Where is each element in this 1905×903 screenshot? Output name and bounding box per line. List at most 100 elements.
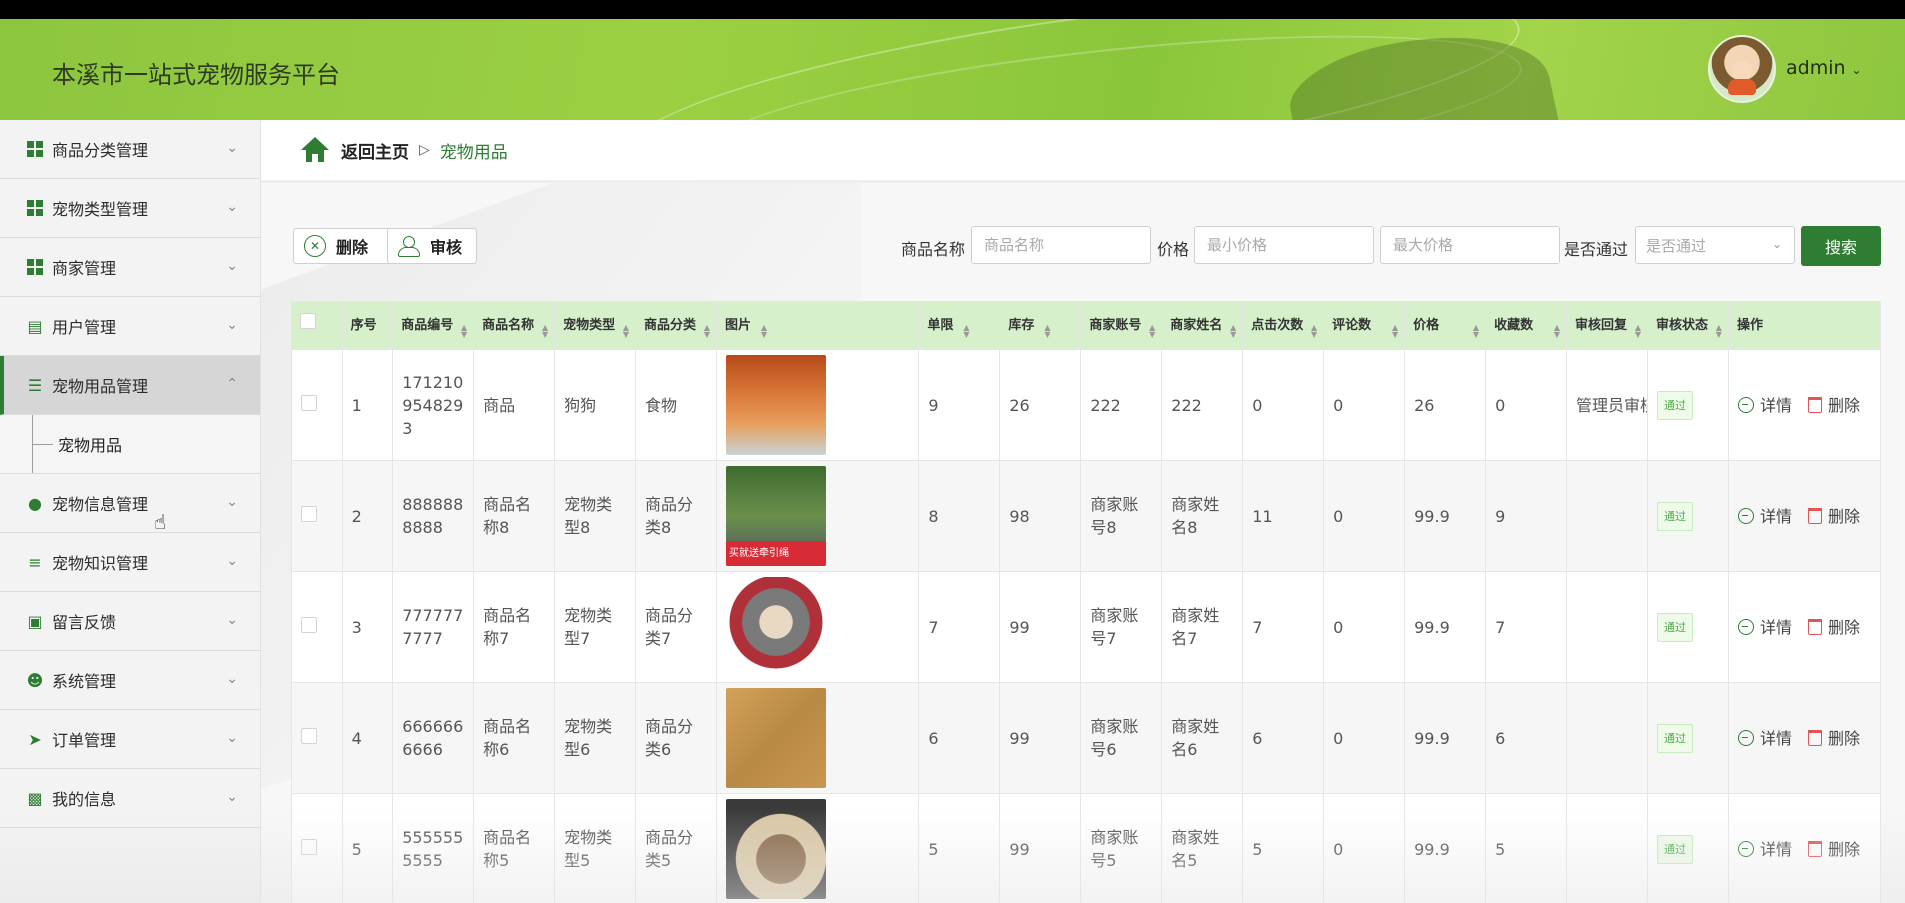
select-all-cell[interactable]	[291, 301, 343, 350]
column-header[interactable]: 收藏数 ▲ ▼	[1485, 301, 1568, 350]
cat-wheel-photo[interactable]	[726, 799, 826, 899]
column-header[interactable]: 图片 ▲ ▼	[715, 301, 920, 350]
pet-bowls-photo[interactable]	[726, 688, 826, 788]
search-button[interactable]: 搜索	[1801, 226, 1881, 266]
row-checkbox[interactable]	[301, 505, 317, 522]
detail-button[interactable]: 详情	[1737, 505, 1792, 528]
sort-icon[interactable]: ▲ ▼	[623, 324, 629, 339]
status-cell: 通过	[1646, 349, 1729, 461]
column-header[interactable]: 商品编号 ▲ ▼	[392, 301, 475, 350]
sort-icon[interactable]: ▲ ▼	[1635, 324, 1641, 339]
breadcrumb-home-link[interactable]: 返回主页	[341, 138, 409, 163]
home-icon[interactable]	[301, 137, 329, 163]
row-checkbox[interactable]	[301, 727, 317, 744]
column-header[interactable]: 点击次数 ▲ ▼	[1242, 301, 1325, 350]
column-header[interactable]: 库存 ▲ ▼	[999, 301, 1082, 350]
delete-button[interactable]: 删除	[1807, 616, 1860, 639]
merchant-cell: 商家姓名8	[1161, 460, 1244, 572]
row-select-cell[interactable]	[291, 460, 343, 572]
user-name: admin	[1786, 57, 1846, 79]
sidebar-item-merchant[interactable]: 商家管理 ⌄	[0, 238, 260, 297]
column-header[interactable]: 商家姓名 ▲ ▼	[1161, 301, 1244, 350]
user-menu[interactable]: admin ⌄	[1786, 57, 1862, 79]
sort-icon[interactable]: ▲ ▼	[1230, 324, 1236, 339]
dog-with-bowls-photo[interactable]	[726, 355, 826, 455]
sidebar-item-feedback[interactable]: ▣ 留言反馈 ⌄	[0, 592, 260, 651]
column-header[interactable]: 审核状态 ▲ ▼	[1646, 301, 1729, 350]
sort-icon[interactable]: ▲ ▼	[1473, 324, 1479, 339]
sort-icon[interactable]: ▲ ▼	[1392, 324, 1398, 339]
sidebar-item-users[interactable]: ▤ 用户管理 ⌄	[0, 297, 260, 356]
detail-button[interactable]: 详情	[1737, 394, 1792, 417]
detail-button[interactable]: 详情	[1737, 616, 1792, 639]
price-cell: 26	[1404, 349, 1487, 461]
main-content: 返回主页 ▷ 宠物用品 ✕ 删除 审核 商品名称 价格 是否通过 是否通过 ⌄ …	[261, 120, 1905, 903]
sidebar-item-category[interactable]: 商品分类管理 ⌄	[0, 120, 260, 179]
sort-icon[interactable]: ▲ ▼	[461, 324, 467, 339]
audit-button[interactable]: 审核	[387, 228, 477, 264]
avatar[interactable]	[1708, 35, 1776, 103]
sidebar-item-pet-type[interactable]: 宠物类型管理 ⌄	[0, 179, 260, 238]
row-checkbox[interactable]	[301, 616, 317, 633]
row-checkbox[interactable]	[301, 394, 317, 411]
column-header[interactable]: 审核回复 ▲ ▼	[1566, 301, 1648, 350]
product-name-input[interactable]	[971, 226, 1151, 264]
column-header[interactable]: 宠物类型 ▲ ▼	[554, 301, 637, 350]
sort-icon[interactable]: ▲ ▼	[1554, 324, 1560, 339]
card-icon: ▩	[27, 788, 43, 808]
status-badge: 通过	[1656, 390, 1693, 420]
pass-select[interactable]: 是否通过 ⌄	[1635, 226, 1795, 264]
account-cell: 商家账号5	[1080, 793, 1163, 903]
limit-cell: 7	[918, 571, 1001, 683]
table-row: 4 6666666666 商品名称6 宠物类型6 商品分类6 6 99 商家账号6 商家姓名6 6…	[291, 682, 1882, 794]
category-cell: 商品分类7	[635, 571, 717, 683]
row-select-cell[interactable]	[291, 349, 343, 461]
sort-icon[interactable]: ▲ ▼	[963, 324, 969, 339]
sort-icon[interactable]: ▲ ▼	[542, 324, 548, 339]
row-select-cell[interactable]	[291, 571, 343, 683]
column-header[interactable]: 价格 ▲ ▼	[1404, 301, 1487, 350]
column-header[interactable]: 商品分类 ▲ ▼	[635, 301, 717, 350]
row-checkbox[interactable]	[301, 838, 317, 855]
pet-type-cell: 狗狗	[554, 349, 637, 461]
chevron-down-icon: ⌄	[226, 494, 238, 510]
pet-type-cell: 宠物类型8	[554, 460, 637, 572]
chevron-down-icon: ⌄	[226, 789, 238, 805]
delete-button[interactable]: 删除	[1807, 838, 1860, 861]
products-table: 序号 商品编号 ▲ ▼ 商品名称 ▲ ▼ 宠物类型 ▲ ▼ 商品分类 ▲ ▼ 图片 ▲ ▼ 单限 ▲ ▼…	[291, 301, 1882, 903]
delete-button[interactable]: 删除	[1807, 394, 1860, 417]
sort-icon[interactable]: ▲ ▼	[1149, 324, 1155, 339]
column-header[interactable]: 单限 ▲ ▼	[918, 301, 1001, 350]
sidebar-item-system[interactable]: ☻ 系统管理 ⌄	[0, 651, 260, 710]
select-all-checkbox[interactable]	[300, 313, 316, 329]
detail-button[interactable]: 详情	[1737, 838, 1792, 861]
sidebar-item-pet-info[interactable]: ● 宠物信息管理 ⌄	[0, 474, 260, 533]
clicks-cell: 7	[1242, 571, 1325, 683]
pet-bed-photo[interactable]	[726, 577, 826, 677]
sort-icon[interactable]: ▲ ▼	[1716, 324, 1722, 339]
status-cell: 通过	[1646, 682, 1729, 794]
column-header[interactable]: 评论数 ▲ ▼	[1323, 301, 1406, 350]
sort-icon[interactable]: ▲ ▼	[761, 324, 767, 339]
detail-button[interactable]: 详情	[1737, 727, 1792, 750]
sidebar-item-my-info[interactable]: ▩ 我的信息 ⌄	[0, 769, 260, 828]
min-price-input[interactable]	[1194, 226, 1374, 264]
cat-harness-photo[interactable]: 买就送牵引绳	[726, 466, 826, 566]
sort-icon[interactable]: ▲ ▼	[1044, 324, 1050, 339]
column-header[interactable]: 商家账号 ▲ ▼	[1080, 301, 1163, 350]
row-select-cell[interactable]	[291, 682, 343, 794]
row-select-cell[interactable]	[291, 793, 343, 903]
delete-button[interactable]: 删除	[1807, 727, 1860, 750]
sidebar-item-pet-supplies[interactable]: ☰ 宠物用品管理 ⌃	[0, 356, 260, 415]
sort-icon[interactable]: ▲ ▼	[704, 324, 710, 339]
delete-button[interactable]: 删除	[1807, 505, 1860, 528]
name-filter-label: 商品名称	[901, 240, 966, 259]
column-header[interactable]: 商品名称 ▲ ▼	[473, 301, 556, 350]
column-header: 操作	[1727, 301, 1882, 350]
sidebar-item-pet-knowledge[interactable]: ≡ 宠物知识管理 ⌄	[0, 533, 260, 592]
sort-icon[interactable]: ▲ ▼	[1311, 324, 1317, 339]
sidebar-item-orders[interactable]: ➤ 订单管理 ⌄	[0, 710, 260, 769]
sidebar-subitem-pet-supplies[interactable]: 宠物用品	[0, 415, 260, 474]
max-price-input[interactable]	[1380, 226, 1560, 264]
breadcrumb: 返回主页 ▷ 宠物用品	[261, 120, 1905, 183]
